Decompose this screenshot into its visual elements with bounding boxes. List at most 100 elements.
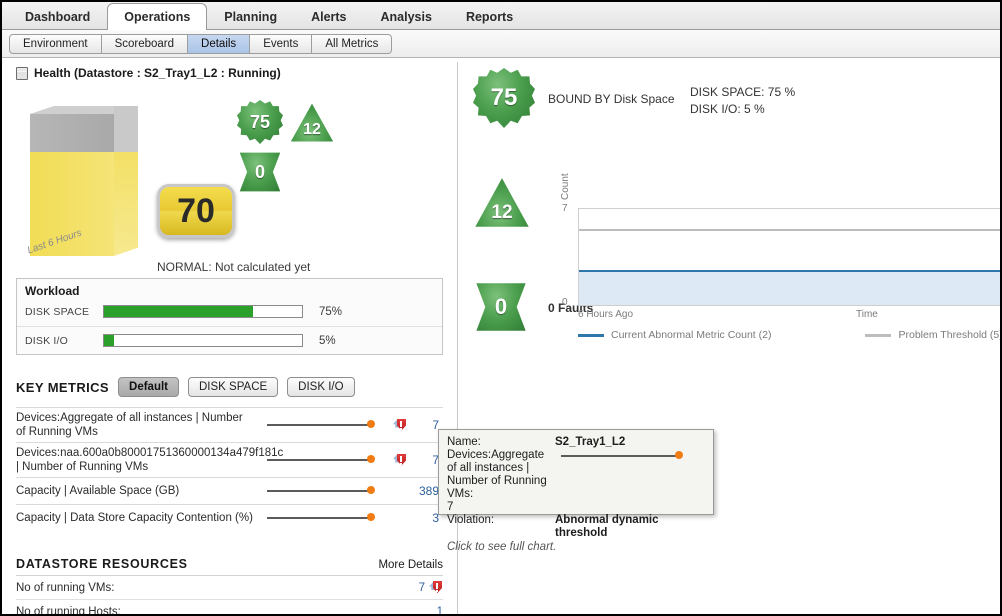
tab-dashboard[interactable]: Dashboard <box>8 5 107 29</box>
workload-row-disk-space: DISK SPACE 75% <box>17 302 442 326</box>
sparkline-endpoint-dot <box>367 513 375 521</box>
key-metric-name: Capacity | Data Store Capacity Contentio… <box>16 512 253 524</box>
key-metric-alert[interactable] <box>391 453 409 467</box>
table-row[interactable]: Capacity | Available Space (GB) 389 <box>16 477 443 504</box>
resource-value: 7 <box>418 581 425 594</box>
tooltip-value-spacer <box>555 501 705 514</box>
subtab-details[interactable]: Details <box>188 33 251 54</box>
table-row[interactable]: Devices:Aggregate of all instances | Num… <box>16 407 443 442</box>
subtab-scoreboard[interactable]: Scoreboard <box>101 33 189 54</box>
workload-label-disk-space: DISK SPACE <box>25 305 90 318</box>
key-metrics-filter-default[interactable]: Default <box>118 377 179 397</box>
tab-analysis[interactable]: Analysis <box>364 5 449 29</box>
key-metric-alert[interactable] <box>391 418 409 432</box>
tooltip-violation-row: Violation: Abnormal dynamic threshold <box>447 514 705 540</box>
legend-item-current-count[interactable]: Current Abnormal Metric Count (2) <box>578 329 771 341</box>
health-score-badge[interactable]: 70 <box>157 184 235 238</box>
legend-label: Problem Threshold (5) <box>898 329 1002 341</box>
alert-warning-icon <box>429 581 443 594</box>
alert-warning-icon <box>393 453 407 467</box>
workload-value-disk-space: 75% <box>319 305 343 318</box>
legend-label: Current Abnormal Metric Count (2) <box>611 329 772 341</box>
bar-side-empty <box>114 106 138 152</box>
right-workload-badge[interactable]: 75 <box>473 68 535 128</box>
right-fault-badge-value: 0 <box>494 294 508 319</box>
key-metrics-title: KEY METRICS <box>16 379 110 395</box>
sparkline-endpoint-dot <box>367 455 375 463</box>
workload-value-disk-io: 5% <box>319 334 336 347</box>
sparkline-line <box>267 424 369 426</box>
tooltip-violation-label: Violation: <box>447 514 495 526</box>
tooltip-metric-label: Devices:Aggregate of all instances | Num… <box>447 449 547 500</box>
tooltip-violation-value: Abnormal dynamic threshold <box>555 514 659 539</box>
fault-badge-value: 0 <box>254 161 265 182</box>
health-header-label: Health (Datastore : S2_Tray1_L2 : Runnin… <box>34 66 281 80</box>
key-metrics-filter-disk-space[interactable]: DISK SPACE <box>188 377 279 397</box>
left-panel: Health (Datastore : S2_Tray1_L2 : Runnin… <box>2 58 457 616</box>
tab-planning[interactable]: Planning <box>207 5 294 29</box>
sub-tab-bar: Environment Scoreboard Details Events Al… <box>2 30 1000 58</box>
key-metric-sparkline[interactable] <box>261 511 391 525</box>
tab-alerts[interactable]: Alerts <box>294 5 363 29</box>
right-anomaly-badge[interactable]: 12 <box>473 176 531 230</box>
sparkline-endpoint-dot <box>675 451 683 459</box>
key-metric-sparkline[interactable] <box>261 453 391 467</box>
sparkline-line <box>267 459 369 461</box>
resource-label: No of running VMs: <box>16 581 115 594</box>
bar-empty-segment <box>30 114 114 152</box>
tab-reports[interactable]: Reports <box>449 5 530 29</box>
health-status-text: NORMAL: Not calculated yet <box>157 260 311 274</box>
key-metric-name: Devices:naa.600a0b80001751360000134a479f… <box>16 447 284 473</box>
subtab-all-metrics[interactable]: All Metrics <box>312 33 393 54</box>
workload-bar-fill-disk-space <box>104 306 253 317</box>
table-row[interactable]: Capacity | Data Store Capacity Contentio… <box>16 504 443 531</box>
application-window: Dashboard Operations Planning Alerts Ana… <box>0 0 1002 616</box>
health-history-bar-chart[interactable]: Last 6 Hours <box>20 98 150 256</box>
metric-tooltip[interactable]: Name: S2_Tray1_L2 Devices:Aggregate of a… <box>438 429 714 553</box>
key-metric-sparkline[interactable] <box>261 418 391 432</box>
chart-y-tick-min: 0 <box>562 297 568 308</box>
disk-metrics-summary: DISK SPACE: 75 % DISK I/O: 5 % <box>690 84 795 118</box>
workload-panel: Workload DISK SPACE 75% DISK I/O 5% <box>16 278 443 355</box>
key-metrics-filter-disk-io[interactable]: DISK I/O <box>287 377 355 397</box>
resource-value: 1 <box>436 605 443 616</box>
key-metric-name: Capacity | Available Space (GB) <box>16 485 180 497</box>
resource-value-wrap: 7 <box>419 581 443 594</box>
key-metrics-table: Devices:Aggregate of all instances | Num… <box>16 407 443 531</box>
tooltip-name-value: S2_Tray1_L2 <box>555 436 626 448</box>
chart-area-fill <box>579 272 1000 305</box>
resource-label: No of running Hosts: <box>16 605 121 616</box>
tab-operations[interactable]: Operations <box>107 3 208 30</box>
legend-item-threshold[interactable]: Problem Threshold (5) <box>865 329 1002 341</box>
workload-bar-disk-space <box>103 305 303 318</box>
sparkline-line <box>561 455 677 457</box>
fault-badge[interactable]: 0 <box>237 150 283 194</box>
tooltip-value-row: 7 <box>447 501 705 514</box>
chart-current-count-line <box>579 270 1000 272</box>
workload-row-disk-io: DISK I/O 5% <box>17 326 442 354</box>
list-item: No of running Hosts: 1 <box>16 600 443 616</box>
health-header: Health (Datastore : S2_Tray1_L2 : Runnin… <box>2 58 457 80</box>
abnormal-metric-chart[interactable]: Count 7 0 6 Hours Ago Time Current Abnor… <box>554 146 1000 341</box>
tooltip-name-label: Name: <box>447 436 481 448</box>
table-row[interactable]: Devices:naa.600a0b80001751360000134a479f… <box>16 442 443 477</box>
legend-swatch-icon <box>578 333 604 337</box>
workload-badge[interactable]: 75 <box>237 100 283 144</box>
subtab-events[interactable]: Events <box>250 33 313 54</box>
anomaly-badge-value: 12 <box>303 121 321 138</box>
chart-threshold-line <box>579 229 1000 231</box>
key-metric-sparkline[interactable] <box>261 484 391 498</box>
workload-label-disk-io: DISK I/O <box>25 334 69 347</box>
disk-io-value: DISK I/O: 5 % <box>690 102 765 116</box>
anomaly-badge[interactable]: 12 <box>289 102 335 144</box>
subtab-environment[interactable]: Environment <box>9 33 102 54</box>
right-fault-badge[interactable]: 0 <box>473 280 529 334</box>
tooltip-footer: Click to see full chart. <box>447 541 557 553</box>
right-anomaly-badge-value: 12 <box>491 202 513 223</box>
more-details-link[interactable]: More Details <box>378 559 443 571</box>
sparkline-endpoint-dot <box>367 486 375 494</box>
tooltip-name-row: Name: S2_Tray1_L2 <box>447 436 705 449</box>
datastore-icon <box>16 66 28 80</box>
chart-y-tick-max: 7 <box>562 203 568 214</box>
legend-swatch-icon <box>865 333 892 337</box>
